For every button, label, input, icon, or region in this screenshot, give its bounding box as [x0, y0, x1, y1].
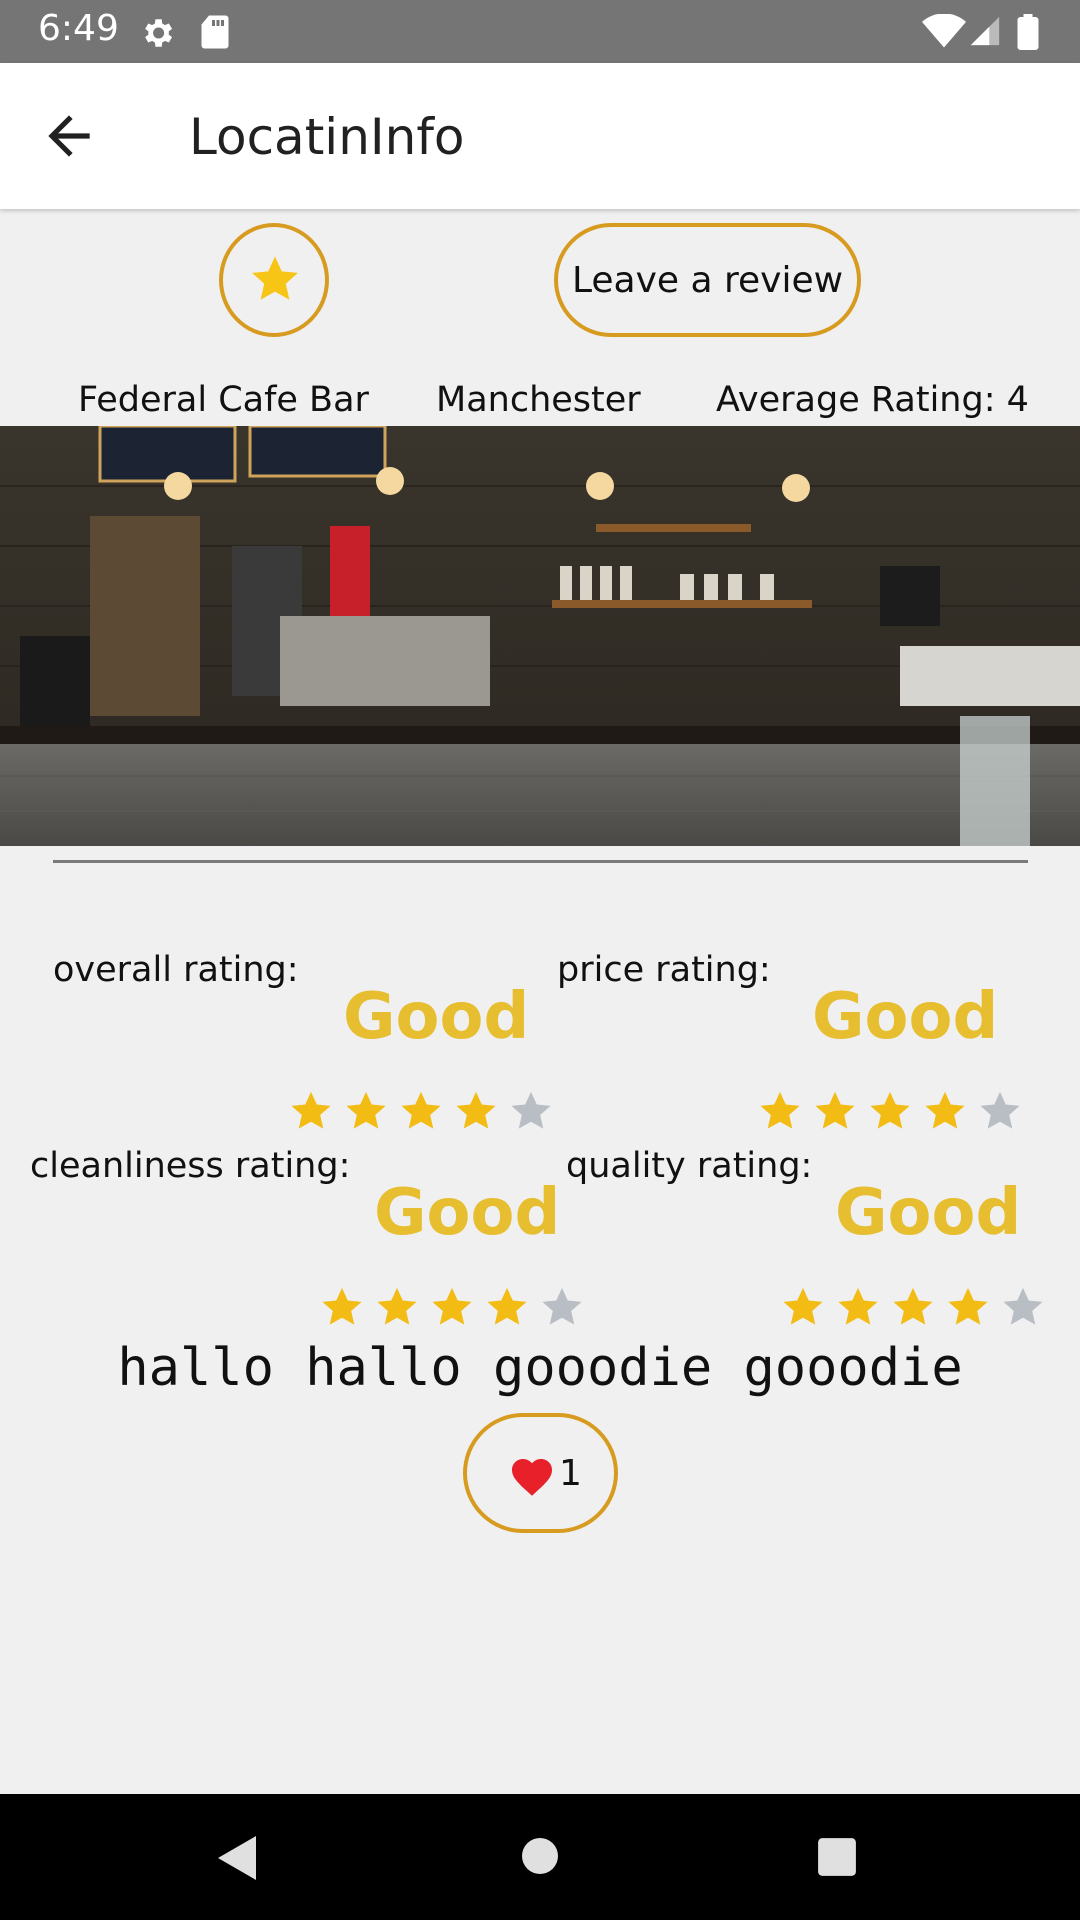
favorite-button[interactable] [219, 223, 329, 337]
nav-back-icon[interactable] [216, 1834, 260, 1882]
app-bar [0, 63, 1080, 209]
location-photo [0, 426, 1080, 846]
star-filled-icon[interactable] [945, 1284, 991, 1330]
heart-icon [512, 1459, 552, 1496]
star-empty-icon[interactable] [1000, 1284, 1046, 1330]
like-count: 1 [559, 1453, 582, 1494]
price-rating-stars[interactable] [757, 1088, 1023, 1134]
star-filled-icon[interactable] [343, 1088, 389, 1134]
star-empty-icon[interactable] [977, 1088, 1023, 1134]
gear-icon [145, 19, 173, 47]
star-filled-icon[interactable] [453, 1088, 499, 1134]
star-filled-icon[interactable] [484, 1284, 530, 1330]
arrow-left-icon[interactable] [38, 105, 100, 167]
star-filled-icon[interactable] [780, 1284, 826, 1330]
location-name: Federal Cafe Bar [78, 380, 369, 420]
page-title: LocatinInfo [189, 108, 465, 166]
overall-rating-stars[interactable] [288, 1088, 554, 1134]
star-icon [252, 256, 298, 300]
location-city: Manchester [436, 380, 641, 420]
quality-rating-value: Good [835, 1176, 1022, 1250]
price-rating-label: price rating: [557, 950, 771, 990]
price-rating-value: Good [812, 980, 999, 1054]
like-button[interactable]: 1 [463, 1413, 618, 1533]
star-empty-icon[interactable] [539, 1284, 585, 1330]
overall-rating-label: overall rating: [53, 950, 299, 990]
cleanliness-rating-value: Good [374, 1176, 561, 1250]
star-filled-icon[interactable] [398, 1088, 444, 1134]
cleanliness-rating-stars[interactable] [319, 1284, 585, 1330]
star-filled-icon[interactable] [890, 1284, 936, 1330]
status-time: 6:49 [38, 8, 119, 49]
star-filled-icon[interactable] [374, 1284, 420, 1330]
star-filled-icon[interactable] [429, 1284, 475, 1330]
star-filled-icon[interactable] [288, 1088, 334, 1134]
average-rating: Average Rating: 4 [716, 380, 1029, 420]
cleanliness-rating-label: cleanliness rating: [30, 1146, 351, 1186]
quality-rating-stars[interactable] [780, 1284, 1046, 1330]
star-filled-icon[interactable] [319, 1284, 365, 1330]
battery-icon [1017, 14, 1039, 50]
wifi-icon [922, 14, 966, 48]
star-empty-icon[interactable] [508, 1088, 554, 1134]
divider [53, 860, 1028, 863]
leave-review-button[interactable]: Leave a review [554, 223, 861, 337]
star-filled-icon[interactable] [835, 1284, 881, 1330]
sd-card-icon [201, 15, 229, 49]
star-filled-icon[interactable] [757, 1088, 803, 1134]
review-comment: hallo hallo gooodie gooodie [117, 1338, 963, 1398]
star-filled-icon[interactable] [867, 1088, 913, 1134]
quality-rating-label: quality rating: [566, 1146, 813, 1186]
star-filled-icon[interactable] [922, 1088, 968, 1134]
overall-rating-value: Good [343, 980, 530, 1054]
star-filled-icon[interactable] [812, 1088, 858, 1134]
signal-icon [970, 16, 1000, 46]
nav-recents-icon[interactable] [816, 1836, 858, 1878]
nav-home-icon[interactable] [520, 1836, 560, 1876]
